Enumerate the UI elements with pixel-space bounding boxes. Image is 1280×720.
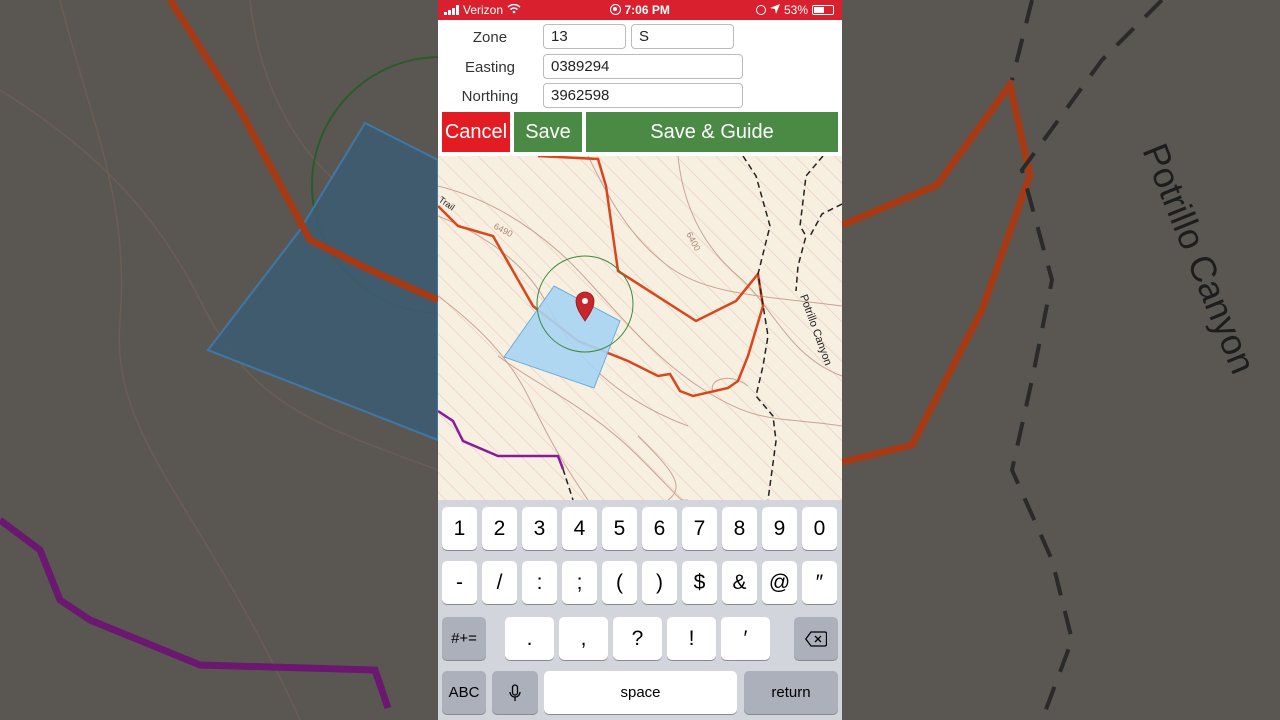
symbol-key-8[interactable]: @	[762, 561, 797, 604]
zone-number-field[interactable]: 13	[543, 24, 626, 49]
utm-coordinate-form: Zone 13 S Easting 0389294 Northing 39625…	[438, 20, 842, 112]
background-left-panel	[0, 0, 438, 720]
space-key[interactable]: space	[544, 671, 737, 714]
zone-row: Zone 13 S	[438, 24, 842, 50]
number-key-6[interactable]: 7	[682, 507, 717, 550]
punctuation-key-2[interactable]: ?	[613, 617, 662, 660]
punctuation-key-0[interactable]: .	[505, 617, 554, 660]
status-time: 7:06 PM	[624, 3, 670, 17]
zone-label: Zone	[472, 29, 508, 46]
number-key-0[interactable]: 1	[442, 507, 477, 550]
recording-icon	[610, 4, 622, 15]
number-key-1[interactable]: 2	[482, 507, 517, 550]
location-arrow-icon	[769, 3, 780, 17]
return-key[interactable]: return	[744, 671, 838, 714]
symbol-key-9[interactable]: ″	[802, 561, 837, 604]
orientation-lock-icon	[755, 5, 766, 15]
punctuation-key-4[interactable]: ′	[721, 617, 770, 660]
symbol-key-6[interactable]: $	[682, 561, 717, 604]
symbols-toggle-key[interactable]: #+=	[442, 617, 486, 660]
symbol-key-3[interactable]: ;	[562, 561, 597, 604]
save-button[interactable]: Save	[514, 112, 582, 152]
northing-field[interactable]: 3962598	[543, 83, 743, 108]
symbol-key-5[interactable]: )	[642, 561, 677, 604]
battery-percent: 53%	[783, 3, 808, 17]
save-and-guide-button[interactable]: Save & Guide	[586, 112, 838, 152]
symbol-key-2[interactable]: :	[522, 561, 557, 604]
easting-row: Easting 0389294	[438, 54, 842, 80]
symbol-key-0[interactable]: -	[442, 561, 477, 604]
northing-label: Northing	[461, 88, 519, 105]
northing-row: Northing 3962598	[438, 83, 842, 109]
number-key-2[interactable]: 3	[522, 507, 557, 550]
background-trail-label: Potrillo Canyon	[1135, 138, 1264, 380]
punctuation-key-3[interactable]: !	[667, 617, 716, 660]
map-view[interactable]: 6490 6400 Potrillo Canyon Trail	[438, 156, 842, 500]
background-right-panel: Potrillo Canyon	[842, 0, 1280, 720]
backspace-icon	[805, 630, 827, 647]
number-key-3[interactable]: 4	[562, 507, 597, 550]
battery-icon	[812, 5, 834, 15]
number-key-8[interactable]: 9	[762, 507, 797, 550]
number-key-4[interactable]: 5	[602, 507, 637, 550]
microphone-icon	[509, 683, 521, 701]
symbol-key-4[interactable]: (	[602, 561, 637, 604]
phone-screen: Verizon 7:06 PM 53% Zone 13 S Easting 03…	[438, 0, 842, 720]
easting-field[interactable]: 0389294	[543, 54, 743, 79]
punctuation-key-1[interactable]: ,	[559, 617, 608, 660]
numeric-keyboard: 1234567890 - /:;() $ & @ ″ .,?! ′ #+= ABC spac…	[438, 500, 842, 720]
dictation-key[interactable]	[492, 671, 538, 714]
symbol-key-7[interactable]: &	[722, 561, 757, 604]
action-buttons: Cancel Save Save & Guide	[438, 112, 842, 152]
number-key-7[interactable]: 8	[722, 507, 757, 550]
number-key-5[interactable]: 6	[642, 507, 677, 550]
backspace-key[interactable]	[794, 617, 838, 660]
easting-label: Easting	[464, 59, 516, 76]
abc-key[interactable]: ABC	[442, 671, 486, 714]
symbol-key-1[interactable]: /	[482, 561, 517, 604]
status-bar: Verizon 7:06 PM 53%	[438, 0, 842, 20]
cancel-button[interactable]: Cancel	[442, 112, 510, 152]
number-key-9[interactable]: 0	[802, 507, 837, 550]
zone-letter-field[interactable]: S	[631, 24, 734, 49]
